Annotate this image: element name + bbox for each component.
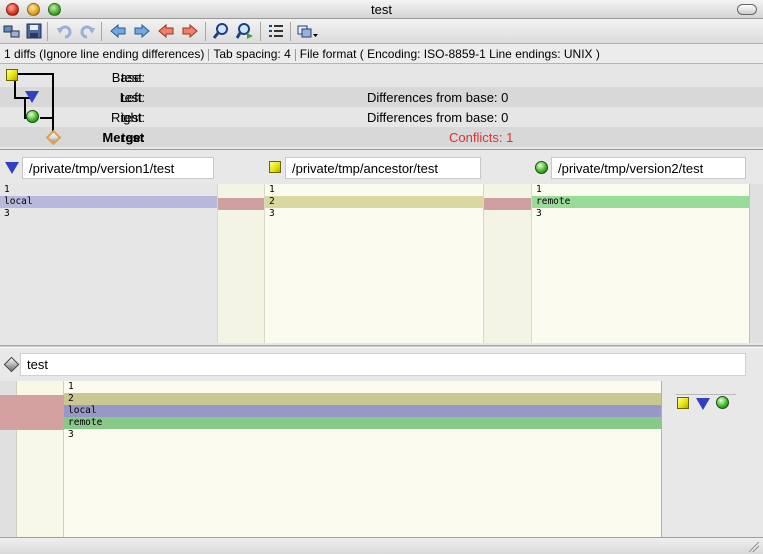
find-next-icon[interactable] xyxy=(235,22,255,40)
left-base-gutter xyxy=(217,184,265,343)
right-row: Right: test Differences from base: 0 xyxy=(0,107,763,127)
merge-text-pane[interactable]: 1 2 local remote 3 xyxy=(64,381,661,537)
prev-conflict-icon[interactable] xyxy=(156,22,176,40)
toolbar-separator xyxy=(260,22,261,41)
right-line-1: 1 xyxy=(536,184,542,195)
toolbar-separator xyxy=(47,22,48,41)
toolbar-toggle-button[interactable] xyxy=(737,4,757,15)
base-line-2: 2 xyxy=(265,196,483,208)
save-icon[interactable] xyxy=(24,22,44,40)
title-bar: test xyxy=(0,0,763,19)
file-format: File format ( Encoding: ISO-8859-1 Line … xyxy=(299,47,600,61)
base-row: Base: test xyxy=(0,67,763,87)
merge-value: test xyxy=(121,130,145,145)
files-info: Base: test Left: test Differences from b… xyxy=(0,65,763,150)
base-file-icon xyxy=(6,69,18,81)
status-line: 1 diffs (Ignore line ending differences)… xyxy=(0,44,763,64)
resize-grip[interactable] xyxy=(749,542,759,552)
tree-connector xyxy=(40,117,54,119)
conflict-marker xyxy=(484,198,531,210)
left-line-3: 3 xyxy=(4,208,10,219)
toolbar-separator xyxy=(290,22,291,41)
window-title: test xyxy=(371,2,392,17)
swap-icon[interactable] xyxy=(2,22,22,40)
left-text-pane[interactable]: 1 local 3 xyxy=(0,184,217,343)
pane-splitter[interactable] xyxy=(0,345,763,348)
base-text-pane[interactable]: 1 2 3 xyxy=(265,184,483,343)
tree-connector xyxy=(52,73,54,133)
right-pane-icon xyxy=(535,161,548,174)
right-line-3: 3 xyxy=(536,208,542,219)
base-line-3: 3 xyxy=(269,208,275,219)
merge-menu-icon[interactable] xyxy=(296,22,320,40)
left-file-icon xyxy=(25,91,39,103)
choose-left-button[interactable] xyxy=(696,398,710,410)
toolbar xyxy=(0,19,763,44)
conflict-marker xyxy=(218,198,264,210)
left-path-field[interactable]: /private/tmp/version1/test xyxy=(22,157,214,179)
status-separator xyxy=(208,48,210,61)
left-line-2: local xyxy=(0,196,217,208)
merge-path-field[interactable]: test xyxy=(20,353,746,376)
right-file-icon xyxy=(26,110,39,123)
tree-connector xyxy=(18,73,54,75)
base-value: test xyxy=(121,70,142,85)
base-path-field[interactable]: /private/tmp/ancestor/test xyxy=(285,157,481,179)
tab-spacing: Tab spacing: 4 xyxy=(213,47,291,61)
diffs-summary: 1 diffs (Ignore line ending differences) xyxy=(4,47,205,61)
toolbar-separator xyxy=(205,22,206,41)
choice-divider xyxy=(676,394,736,395)
choose-right-button[interactable] xyxy=(716,396,729,409)
left-line-1: 1 xyxy=(4,184,10,195)
status-separator xyxy=(294,48,296,61)
left-pane-icon xyxy=(5,162,19,174)
prev-diff-icon[interactable] xyxy=(108,22,128,40)
merge-line-3: local xyxy=(64,405,661,417)
find-icon[interactable] xyxy=(211,22,231,40)
base-right-gutter xyxy=(483,184,532,343)
merge-line-1: 1 xyxy=(68,381,74,392)
base-pane-icon xyxy=(269,161,281,173)
choose-base-button[interactable] xyxy=(677,397,689,409)
left-diffs: Differences from base: 0 xyxy=(367,90,509,105)
vertical-scrollbar[interactable] xyxy=(749,184,763,343)
undo-icon[interactable] xyxy=(54,22,74,40)
right-text-pane[interactable]: 1 remote 3 xyxy=(532,184,749,343)
list-icon[interactable] xyxy=(266,22,286,40)
bottom-bar xyxy=(0,537,763,554)
conflict-marker xyxy=(0,395,64,430)
next-conflict-icon[interactable] xyxy=(180,22,200,40)
left-row: Left: test Differences from base: 0 xyxy=(0,87,763,107)
toolbar-separator xyxy=(101,22,102,41)
right-line-2: remote xyxy=(532,196,749,208)
merge-line-2: 2 xyxy=(64,393,661,405)
next-diff-icon[interactable] xyxy=(132,22,152,40)
base-line-1: 1 xyxy=(269,184,275,195)
right-path-field[interactable]: /private/tmp/version2/test xyxy=(551,157,746,179)
merge-line-5: 3 xyxy=(68,429,74,440)
conflicts-count: Conflicts: 1 xyxy=(449,130,514,145)
redo-icon[interactable] xyxy=(78,22,98,40)
merge-row: Merge: test Conflicts: 1 xyxy=(0,127,763,147)
right-value: test xyxy=(121,110,142,125)
right-diffs: Differences from base: 0 xyxy=(367,110,509,125)
left-value: test xyxy=(121,90,142,105)
merge-line-4: remote xyxy=(64,417,661,429)
